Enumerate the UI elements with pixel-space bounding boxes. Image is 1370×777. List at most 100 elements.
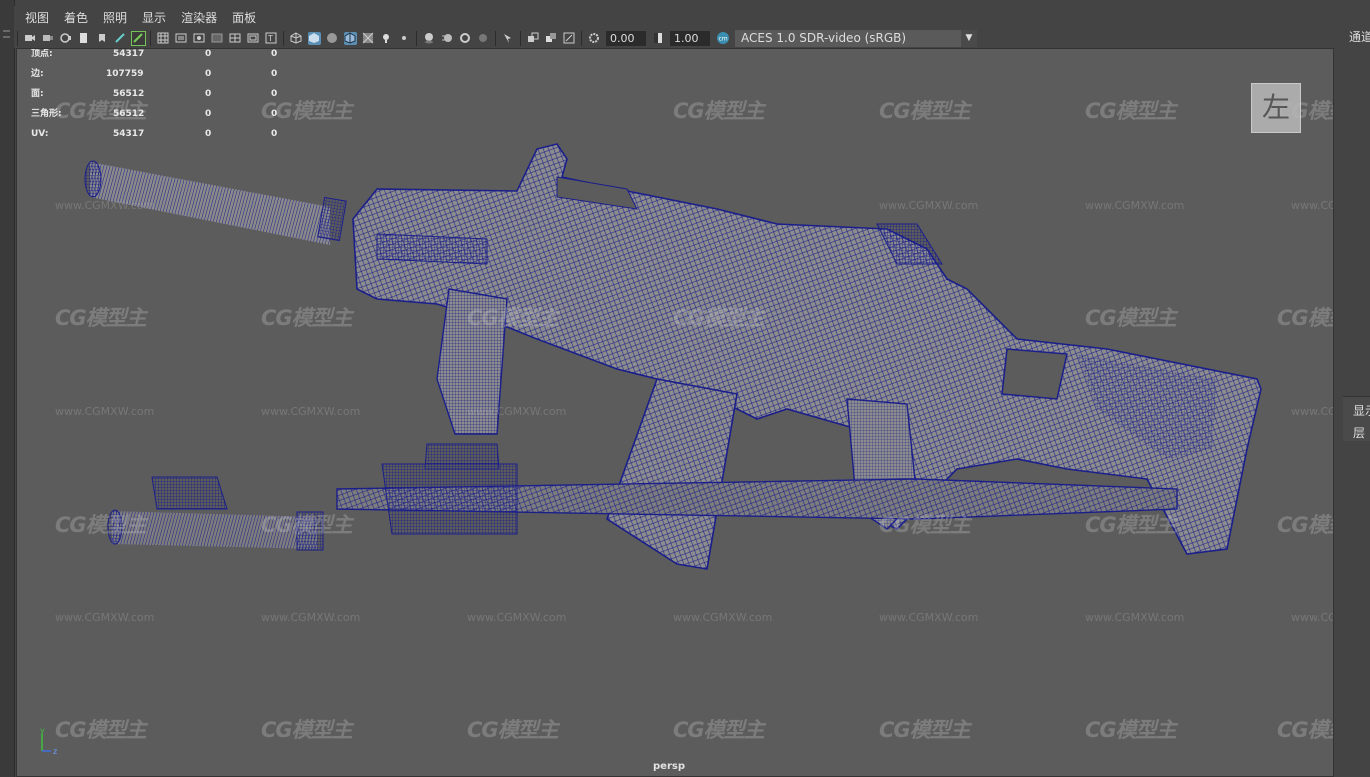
watermark: CG模型主 bbox=[673, 718, 765, 742]
menu-show[interactable]: 显示 bbox=[142, 9, 166, 26]
depth-of-field-icon[interactable] bbox=[477, 32, 490, 45]
motion-blur-icon[interactable] bbox=[441, 32, 454, 45]
toolbar-separator bbox=[150, 30, 151, 46]
gate-mask-icon[interactable] bbox=[211, 32, 224, 45]
wireframe-on-shaded-icon[interactable] bbox=[343, 31, 357, 45]
watermark-url: www.CGMXW.com bbox=[261, 611, 361, 624]
watermark: CG模型主 bbox=[261, 306, 353, 330]
hud-label: 边: bbox=[31, 69, 44, 79]
watermark-url: www.CGMXW.com bbox=[879, 199, 979, 212]
toolbar-separator bbox=[283, 30, 284, 46]
camera-tools-icon[interactable] bbox=[130, 30, 146, 46]
watermark-url: www.CGMXW.com bbox=[673, 611, 773, 624]
smooth-shade-icon[interactable] bbox=[307, 31, 321, 45]
watermark: CG模型主 bbox=[55, 718, 147, 742]
safe-title-icon[interactable]: T bbox=[265, 32, 278, 45]
safe-action-icon[interactable] bbox=[247, 32, 260, 45]
channel-box-tab[interactable]: 通道 bbox=[1349, 28, 1370, 45]
xray-joints-icon[interactable] bbox=[527, 32, 540, 45]
x-ray-icon[interactable] bbox=[362, 32, 375, 45]
menu-view[interactable]: 视图 bbox=[25, 9, 49, 26]
toolbar-separator bbox=[495, 30, 496, 46]
hud-components: 0 bbox=[271, 129, 278, 139]
watermark: CG模型主 bbox=[1085, 306, 1177, 330]
menu-lighting[interactable]: 照明 bbox=[103, 9, 127, 26]
watermark-url: www.CGMXW.com bbox=[467, 405, 567, 418]
watermark-url: www.CGMXW.com bbox=[1085, 199, 1185, 212]
z-axis-label: z bbox=[53, 747, 57, 756]
backface-culling-icon[interactable] bbox=[563, 32, 576, 45]
maya-window: 视图 着色 照明 显示 渲染器 面板 T 0.00 1.00 cm ACES 1… bbox=[0, 0, 1370, 777]
viewport-persp[interactable]: CG模型主 CG模型主 CG模型主 CG模型主 CG模型主 CG模型主 CG模型… bbox=[16, 48, 1334, 777]
hud-components: 0 bbox=[271, 69, 278, 79]
watermark: CG模型主 bbox=[879, 99, 971, 123]
resolution-gate-icon[interactable] bbox=[193, 32, 206, 45]
watermark: CG模型主 bbox=[261, 513, 353, 537]
svg-text:T: T bbox=[267, 34, 273, 43]
select-camera-icon[interactable] bbox=[24, 32, 37, 45]
watermark: CG模型主 bbox=[673, 99, 765, 123]
wireframe-icon[interactable] bbox=[290, 32, 303, 45]
hud-components: 0 bbox=[271, 49, 278, 59]
use-all-lights-icon[interactable] bbox=[380, 32, 393, 45]
layer-tab[interactable]: 层 bbox=[1353, 424, 1365, 441]
film-gate-icon[interactable] bbox=[175, 32, 188, 45]
view-transform-dropdown[interactable]: ACES 1.0 SDR-video (sRGB) ▼ bbox=[735, 29, 977, 47]
watermark-url: www.CGMXW.com bbox=[55, 611, 155, 624]
hud-selected: 0 bbox=[205, 89, 212, 99]
hud-label: 面: bbox=[31, 89, 44, 99]
2d-pan-zoom-icon[interactable] bbox=[96, 32, 109, 45]
image-plane-icon[interactable] bbox=[78, 32, 91, 45]
panel-menubar: 视图 着色 照明 显示 渲染器 面板 bbox=[14, 6, 1334, 28]
watermark-url: www.CGMXW.com bbox=[55, 405, 155, 418]
xray-active-components-icon[interactable] bbox=[545, 32, 558, 45]
default-material-icon[interactable] bbox=[326, 32, 339, 45]
hud-value: 56512 bbox=[113, 89, 145, 99]
watermark: CG模型主 bbox=[1277, 306, 1333, 330]
toolbar-separator bbox=[416, 30, 417, 46]
display-tab[interactable]: 显示 bbox=[1353, 402, 1370, 419]
gamma-icon[interactable] bbox=[652, 32, 665, 45]
shadows-icon[interactable] bbox=[398, 32, 411, 45]
hud-selected: 0 bbox=[205, 69, 212, 79]
exposure-icon[interactable] bbox=[588, 32, 601, 45]
gamma-field[interactable]: 1.00 bbox=[670, 30, 710, 46]
toolbar-separator bbox=[581, 30, 582, 46]
panel-toolbar: T 0.00 1.00 cm ACES 1.0 SDR-video (sRGB)… bbox=[14, 28, 1334, 48]
hud-value: 54317 bbox=[113, 129, 145, 139]
bookmarks-icon[interactable] bbox=[60, 32, 73, 45]
hud-components: 0 bbox=[271, 89, 278, 99]
menu-renderer[interactable]: 渲染器 bbox=[181, 9, 217, 26]
grid-icon[interactable] bbox=[157, 32, 170, 45]
menu-panels[interactable]: 面板 bbox=[232, 9, 256, 26]
camera-name-label: persp bbox=[653, 761, 685, 772]
hud-selected: 0 bbox=[205, 49, 212, 59]
view-transform-icon[interactable]: cm bbox=[716, 32, 729, 45]
strip-handle[interactable] bbox=[3, 30, 10, 32]
watermark: CG模型主 bbox=[1085, 99, 1177, 123]
toolbar-separator bbox=[520, 30, 521, 46]
watermark-url: www.CGMXW.com bbox=[1291, 405, 1334, 418]
axis-gizmo: y z bbox=[40, 726, 57, 756]
watermark: CG模型主 bbox=[467, 306, 559, 330]
watermark: CG模型主 bbox=[1085, 513, 1177, 537]
strip-handle[interactable] bbox=[3, 36, 10, 38]
svg-text:cm: cm bbox=[718, 36, 727, 43]
hud-label: 顶点: bbox=[31, 49, 53, 59]
watermark: CG模型主 bbox=[261, 718, 353, 742]
grease-pencil-icon[interactable] bbox=[114, 32, 127, 45]
hud-value: 107759 bbox=[106, 69, 144, 79]
watermark: CG模型主 bbox=[879, 718, 971, 742]
watermark: CG模型主 bbox=[1085, 718, 1177, 742]
hud-value: 56512 bbox=[113, 109, 145, 119]
view-cube[interactable]: 左 bbox=[1251, 83, 1301, 133]
menu-shading[interactable]: 着色 bbox=[64, 9, 88, 26]
exposure-field[interactable]: 0.00 bbox=[606, 30, 646, 46]
watermark-url: www.CGMXW.com bbox=[1085, 611, 1185, 624]
camera-attributes-icon[interactable] bbox=[42, 32, 55, 45]
screen-space-ao-icon[interactable] bbox=[423, 32, 436, 45]
isolate-select-icon[interactable] bbox=[502, 32, 515, 45]
magazine bbox=[606, 378, 738, 570]
multisample-aa-icon[interactable] bbox=[459, 32, 472, 45]
field-chart-icon[interactable] bbox=[229, 32, 242, 45]
